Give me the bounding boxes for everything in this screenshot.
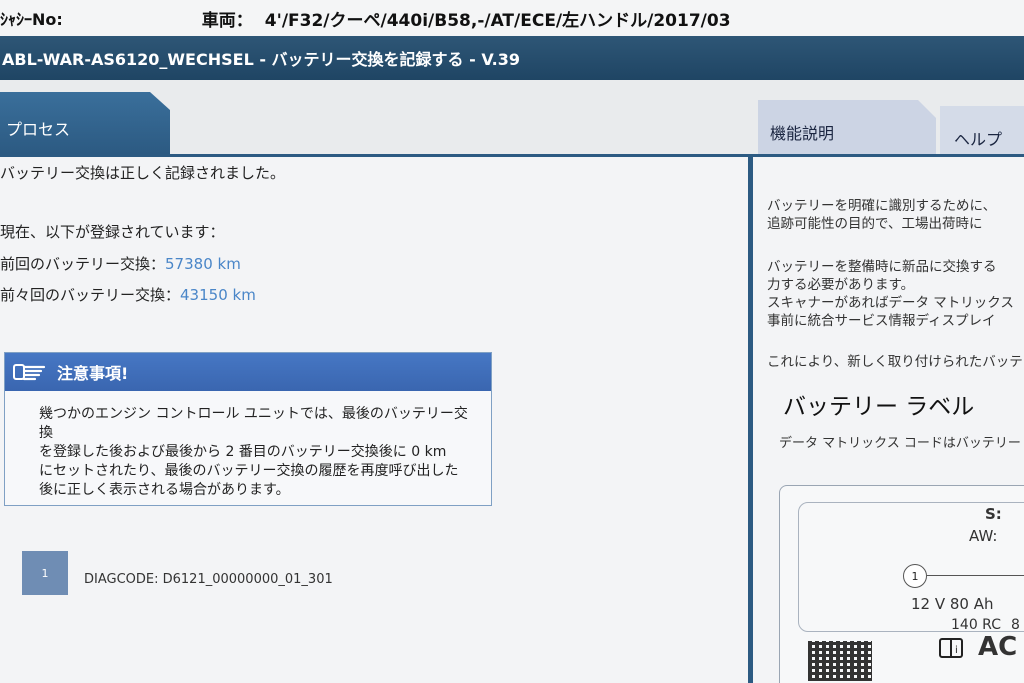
info-book-icon: i: [939, 638, 963, 658]
registered-intro: 現在、以下が登録されています：: [0, 223, 225, 241]
tab-help-label: ヘルプ: [954, 130, 1003, 149]
function-description-panel: バッテリーを明確に識別するために、 追跡可能性の目的で、工場出荷時に バッテリー…: [753, 157, 1024, 683]
label-brand-partial: AC: [978, 632, 1018, 662]
previous-replacement-label: 前回のバッテリー交換：: [0, 255, 166, 273]
tab-function-description-label: 機能説明: [770, 124, 835, 143]
label-s-key: S:: [985, 505, 1002, 523]
window-title: ABL-WAR-AS6120_WECHSEL - バッテリー交換を記録する - …: [2, 50, 520, 69]
label-marker-circle: 1: [903, 564, 927, 588]
battery-label-illustration: S: 6 AW: 6 1 12 V 80 Ah 8 140 RC 8 i AC: [779, 485, 1024, 683]
success-message: バッテリー交換は正しく記録されました。: [0, 164, 286, 182]
diag-code: DIAGCODE: D6121_00000000_01_301: [84, 572, 333, 587]
vehicle-info-bar: ｼｬｼｰNo: 車両： 4'/F32/クーペ/440i/B58,-/AT/ECE…: [0, 0, 1024, 37]
chassis-label: ｼｬｼｰNo:: [0, 10, 63, 29]
desc-line: 事前に統合サービス情報ディスプレイ: [767, 313, 996, 329]
desc-line: 追跡可能性の目的で、工場出荷時に: [767, 216, 983, 232]
caution-line: を登録した後および最後から 2 番目のバッテリー交換後に 0 km: [39, 444, 447, 460]
chassis-number-redacted: [68, 10, 184, 26]
caution-line: にセットされたり、最後のバッテリー交換の履歴を再度呼び出した: [39, 463, 459, 479]
caution-box: 注意事項! 幾つかのエンジン コントロール ユニットでは、最後のバッテリー交換 …: [4, 352, 492, 506]
label-spec-voltage-capacity: 12 V 80 Ah: [911, 595, 994, 613]
caution-title: 注意事項!: [57, 364, 129, 383]
before-previous-replacement-value: 43150 km: [180, 286, 256, 304]
tab-process[interactable]: プロセス: [0, 92, 170, 154]
battery-label-subtext: データ マトリックス コードはバッテリー: [779, 436, 1021, 451]
svg-text:i: i: [955, 645, 958, 656]
desc-line: スキャナーがあればデータ マトリックス: [767, 295, 1014, 311]
label-aw-key: AW:: [969, 527, 998, 545]
vehicle-label: 車両：: [201, 10, 253, 31]
caution-hand-icon: [13, 364, 46, 381]
battery-label-frame: S: 6 AW: 6 1 12 V 80 Ah 8 140 RC 8: [798, 502, 1024, 633]
vehicle-value: 4'/F32/クーペ/440i/B58,-/AT/ECE/左ハンドル/2017/…: [264, 10, 731, 31]
diag-index-badge[interactable]: 1: [22, 551, 68, 595]
tab-function-description[interactable]: 機能説明: [758, 100, 936, 158]
tab-process-label: プロセス: [6, 120, 71, 139]
desc-line: バッテリーを明確に識別するために、: [767, 198, 997, 214]
window-title-bar: ABL-WAR-AS6120_WECHSEL - バッテリー交換を記録する - …: [0, 36, 1024, 80]
caution-line: 幾つかのエンジン コントロール ユニットでは、最後のバッテリー交換: [39, 406, 468, 441]
previous-replacement-value: 57380 km: [165, 255, 241, 273]
desc-line: 力する必要があります。: [767, 277, 915, 293]
battery-label-heading: バッテリー ラベル: [783, 394, 975, 420]
caution-header: 注意事項!: [5, 353, 491, 391]
previous-replacement-row: 前回のバッテリー交換：57380 km: [0, 253, 241, 274]
data-matrix-code: [808, 641, 872, 681]
before-previous-replacement-label: 前々回のバッテリー交換：: [0, 286, 181, 304]
desc-line: これにより、新しく取り付けられたバッテ: [767, 354, 1023, 370]
caution-text: 幾つかのエンジン コントロール ユニットでは、最後のバッテリー交換 を登録した後…: [5, 391, 491, 500]
label-marker-line: [927, 575, 1024, 576]
label-spec-rc: 140 RC: [951, 617, 1001, 633]
label-spec-tail: 8: [1011, 617, 1020, 633]
before-previous-replacement-row: 前々回のバッテリー交換：43150 km: [0, 284, 256, 305]
caution-line: 後に正しく表示される場合があります。: [39, 482, 290, 498]
desc-line: バッテリーを整備時に新品に交換する: [767, 259, 997, 275]
